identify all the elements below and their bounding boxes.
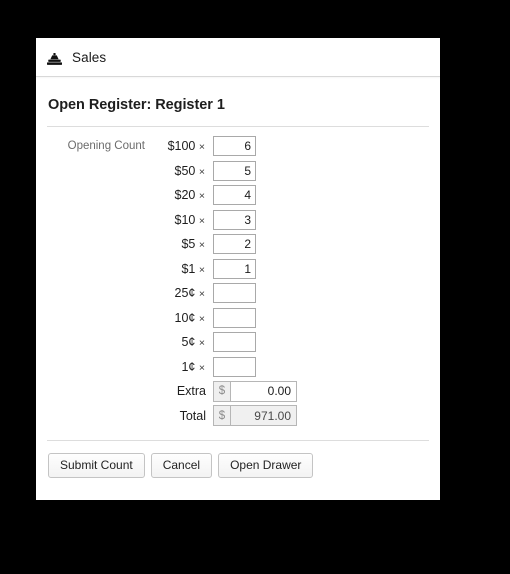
app-title: Sales — [72, 49, 107, 65]
table-row: $10 × — [47, 208, 429, 233]
count-input-5c[interactable] — [213, 332, 256, 353]
button-bar: Submit Count Cancel Open Drawer — [47, 441, 429, 478]
table-row: $5 × — [47, 232, 429, 257]
count-input-25c[interactable] — [213, 283, 256, 304]
denomination-label-1: $1 × — [181, 261, 205, 276]
table-row: $1 × — [47, 257, 429, 282]
extra-label: Extra — [176, 384, 206, 399]
count-input-1[interactable] — [213, 258, 256, 279]
denomination-label-10c: 10¢ × — [174, 310, 205, 325]
table-row: $20 × — [47, 183, 429, 208]
count-input-1c[interactable] — [213, 356, 256, 377]
extra-input[interactable] — [230, 380, 297, 402]
table-row: 10¢ × — [47, 306, 429, 331]
cash-register-icon — [46, 50, 63, 67]
app-panel: Sales Open Register: Register 1 Opening … — [36, 38, 440, 500]
currency-addon-icon: $ — [213, 380, 230, 402]
table-row: 25¢ × — [47, 281, 429, 306]
table-row: 1¢ × — [47, 355, 429, 380]
table-row: Extra $ — [47, 379, 429, 404]
submit-count-button[interactable]: Submit Count — [48, 453, 145, 478]
table-row: Opening Count $100 × — [47, 134, 429, 159]
currency-addon-icon: $ — [213, 405, 230, 427]
count-input-20[interactable] — [213, 185, 256, 206]
denomination-label-10: $10 × — [174, 212, 205, 227]
total-label: Total — [179, 408, 206, 423]
count-input-5[interactable] — [213, 234, 256, 255]
total-input — [230, 405, 297, 427]
count-input-50[interactable] — [213, 160, 256, 181]
denomination-label-100: $100 × — [167, 139, 205, 154]
denomination-label-25c: 25¢ × — [174, 286, 205, 301]
extra-input-group: $ — [213, 380, 297, 402]
denomination-label-1c: 1¢ × — [181, 359, 205, 374]
cancel-button[interactable]: Cancel — [150, 453, 213, 478]
count-input-100[interactable] — [213, 136, 256, 157]
count-input-10[interactable] — [213, 209, 256, 230]
device-frame: Sales Open Register: Register 1 Opening … — [0, 0, 510, 574]
panel-body: Open Register: Register 1 Opening Count … — [36, 97, 440, 478]
table-row: 5¢ × — [47, 330, 429, 355]
open-drawer-button[interactable]: Open Drawer — [218, 453, 314, 478]
denomination-label-50: $50 × — [174, 163, 205, 178]
total-input-group: $ — [213, 405, 297, 427]
table-row: Total $ — [47, 404, 429, 429]
page-title: Open Register: Register 1 — [48, 97, 225, 113]
denomination-label-5c: 5¢ × — [181, 335, 205, 350]
table-row: $50 × — [47, 159, 429, 184]
denomination-label-20: $20 × — [174, 188, 205, 203]
app-top-bar: Sales — [36, 38, 440, 79]
opening-count-label: Opening Count — [67, 140, 145, 153]
opening-count-form: Opening Count $100 × $50 × $20 × — [47, 127, 429, 428]
count-input-10c[interactable] — [213, 307, 256, 328]
denomination-label-5: $5 × — [181, 237, 205, 252]
